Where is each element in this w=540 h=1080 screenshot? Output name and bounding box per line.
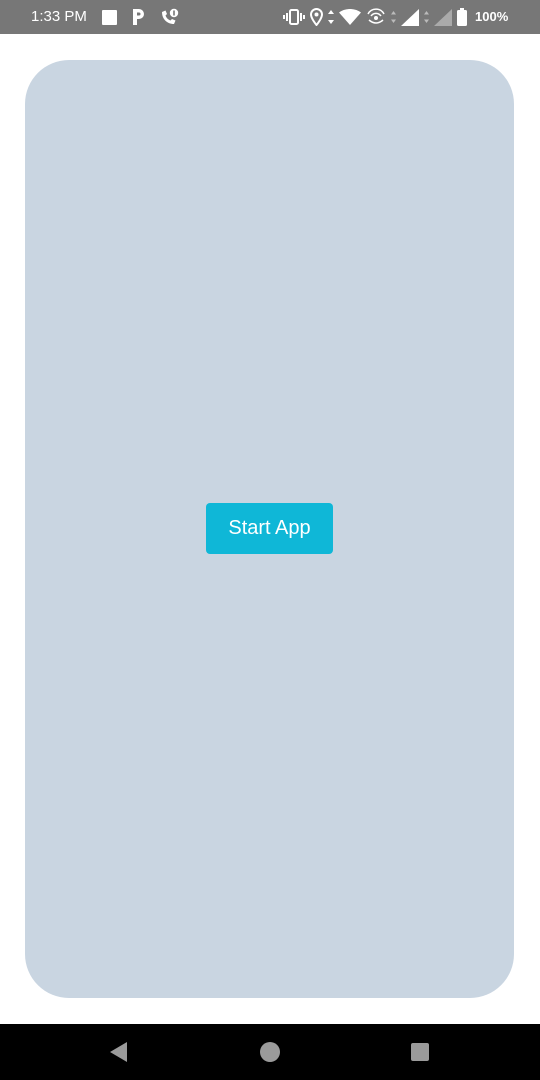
back-icon[interactable] [108, 1040, 132, 1064]
data-arrows-small-icon [391, 11, 396, 23]
battery-percentage: 100% [475, 9, 509, 24]
recents-icon[interactable] [408, 1040, 432, 1064]
data-arrows-small-icon-2 [424, 11, 429, 23]
status-bar: 1:33 PM 100% [0, 0, 540, 34]
wifi-icon [339, 9, 361, 25]
vibrate-icon [283, 9, 305, 25]
battery-icon [457, 8, 467, 26]
signal-icon [401, 8, 419, 26]
navigation-bar [0, 1024, 540, 1080]
square-notification-icon [102, 9, 117, 25]
status-time: 1:33 PM [31, 8, 87, 25]
missed-call-icon [159, 8, 179, 26]
location-icon [310, 8, 323, 26]
hotspot-icon [366, 8, 386, 26]
p-app-icon [131, 8, 145, 26]
signal-weak-icon [434, 8, 452, 26]
data-arrows-icon [328, 10, 334, 24]
start-app-button[interactable]: Start App [206, 503, 333, 554]
home-icon[interactable] [258, 1040, 282, 1064]
system-icons [283, 7, 467, 27]
notification-icons [102, 8, 179, 26]
